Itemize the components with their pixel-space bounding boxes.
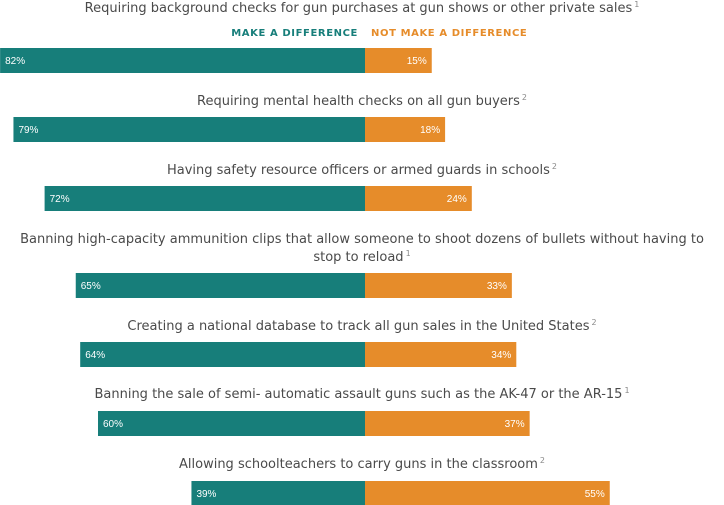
value-label-not-make: 24%	[447, 194, 467, 205]
bar-make-a-difference	[191, 481, 365, 505]
value-label-make: 64%	[85, 350, 105, 361]
bar-make-a-difference	[0, 48, 365, 73]
value-label-not-make: 55%	[585, 489, 605, 500]
bar-make-a-difference	[13, 117, 365, 142]
question-label: stop to reload 1	[313, 249, 410, 265]
question-label: Banning high-capacity ammunition clips t…	[20, 232, 704, 247]
question-label: Banning the sale of semi- automatic assa…	[94, 386, 629, 402]
question-label: Requiring background checks for gun purc…	[85, 0, 640, 16]
value-label-not-make: 33%	[487, 281, 507, 292]
value-label-make: 82%	[5, 56, 25, 67]
value-label-make: 65%	[81, 281, 101, 292]
bar-make-a-difference	[80, 342, 365, 367]
value-label-not-make: 18%	[420, 125, 440, 136]
legend-make-a-difference: MAKE A DIFFERENCE	[231, 28, 358, 39]
value-label-not-make: 37%	[505, 419, 525, 430]
bar-make-a-difference	[98, 411, 365, 436]
bar-not-make-a-difference	[365, 481, 610, 505]
legend-not-make-a-difference: NOT MAKE A DIFFERENCE	[371, 28, 527, 39]
value-label-make: 72%	[50, 194, 70, 205]
bar-make-a-difference	[75, 273, 365, 298]
value-label-not-make: 15%	[407, 56, 427, 67]
value-label-make: 60%	[103, 419, 123, 430]
diverging-bar-chart: MAKE A DIFFERENCE NOT MAKE A DIFFERENCE …	[0, 0, 704, 505]
question-label: Allowing schoolteachers to carry guns in…	[179, 456, 545, 472]
question-label: Having safety resource officers or armed…	[167, 162, 557, 178]
question-label: Requiring mental health checks on all gu…	[197, 93, 527, 109]
question-label: Creating a national database to track al…	[127, 318, 596, 334]
value-label-not-make: 34%	[491, 350, 511, 361]
value-label-make: 39%	[196, 489, 216, 500]
bar-make-a-difference	[44, 186, 365, 211]
chart-rows: Requiring background checks for gun purc…	[0, 0, 704, 505]
value-label-make: 79%	[18, 125, 38, 136]
